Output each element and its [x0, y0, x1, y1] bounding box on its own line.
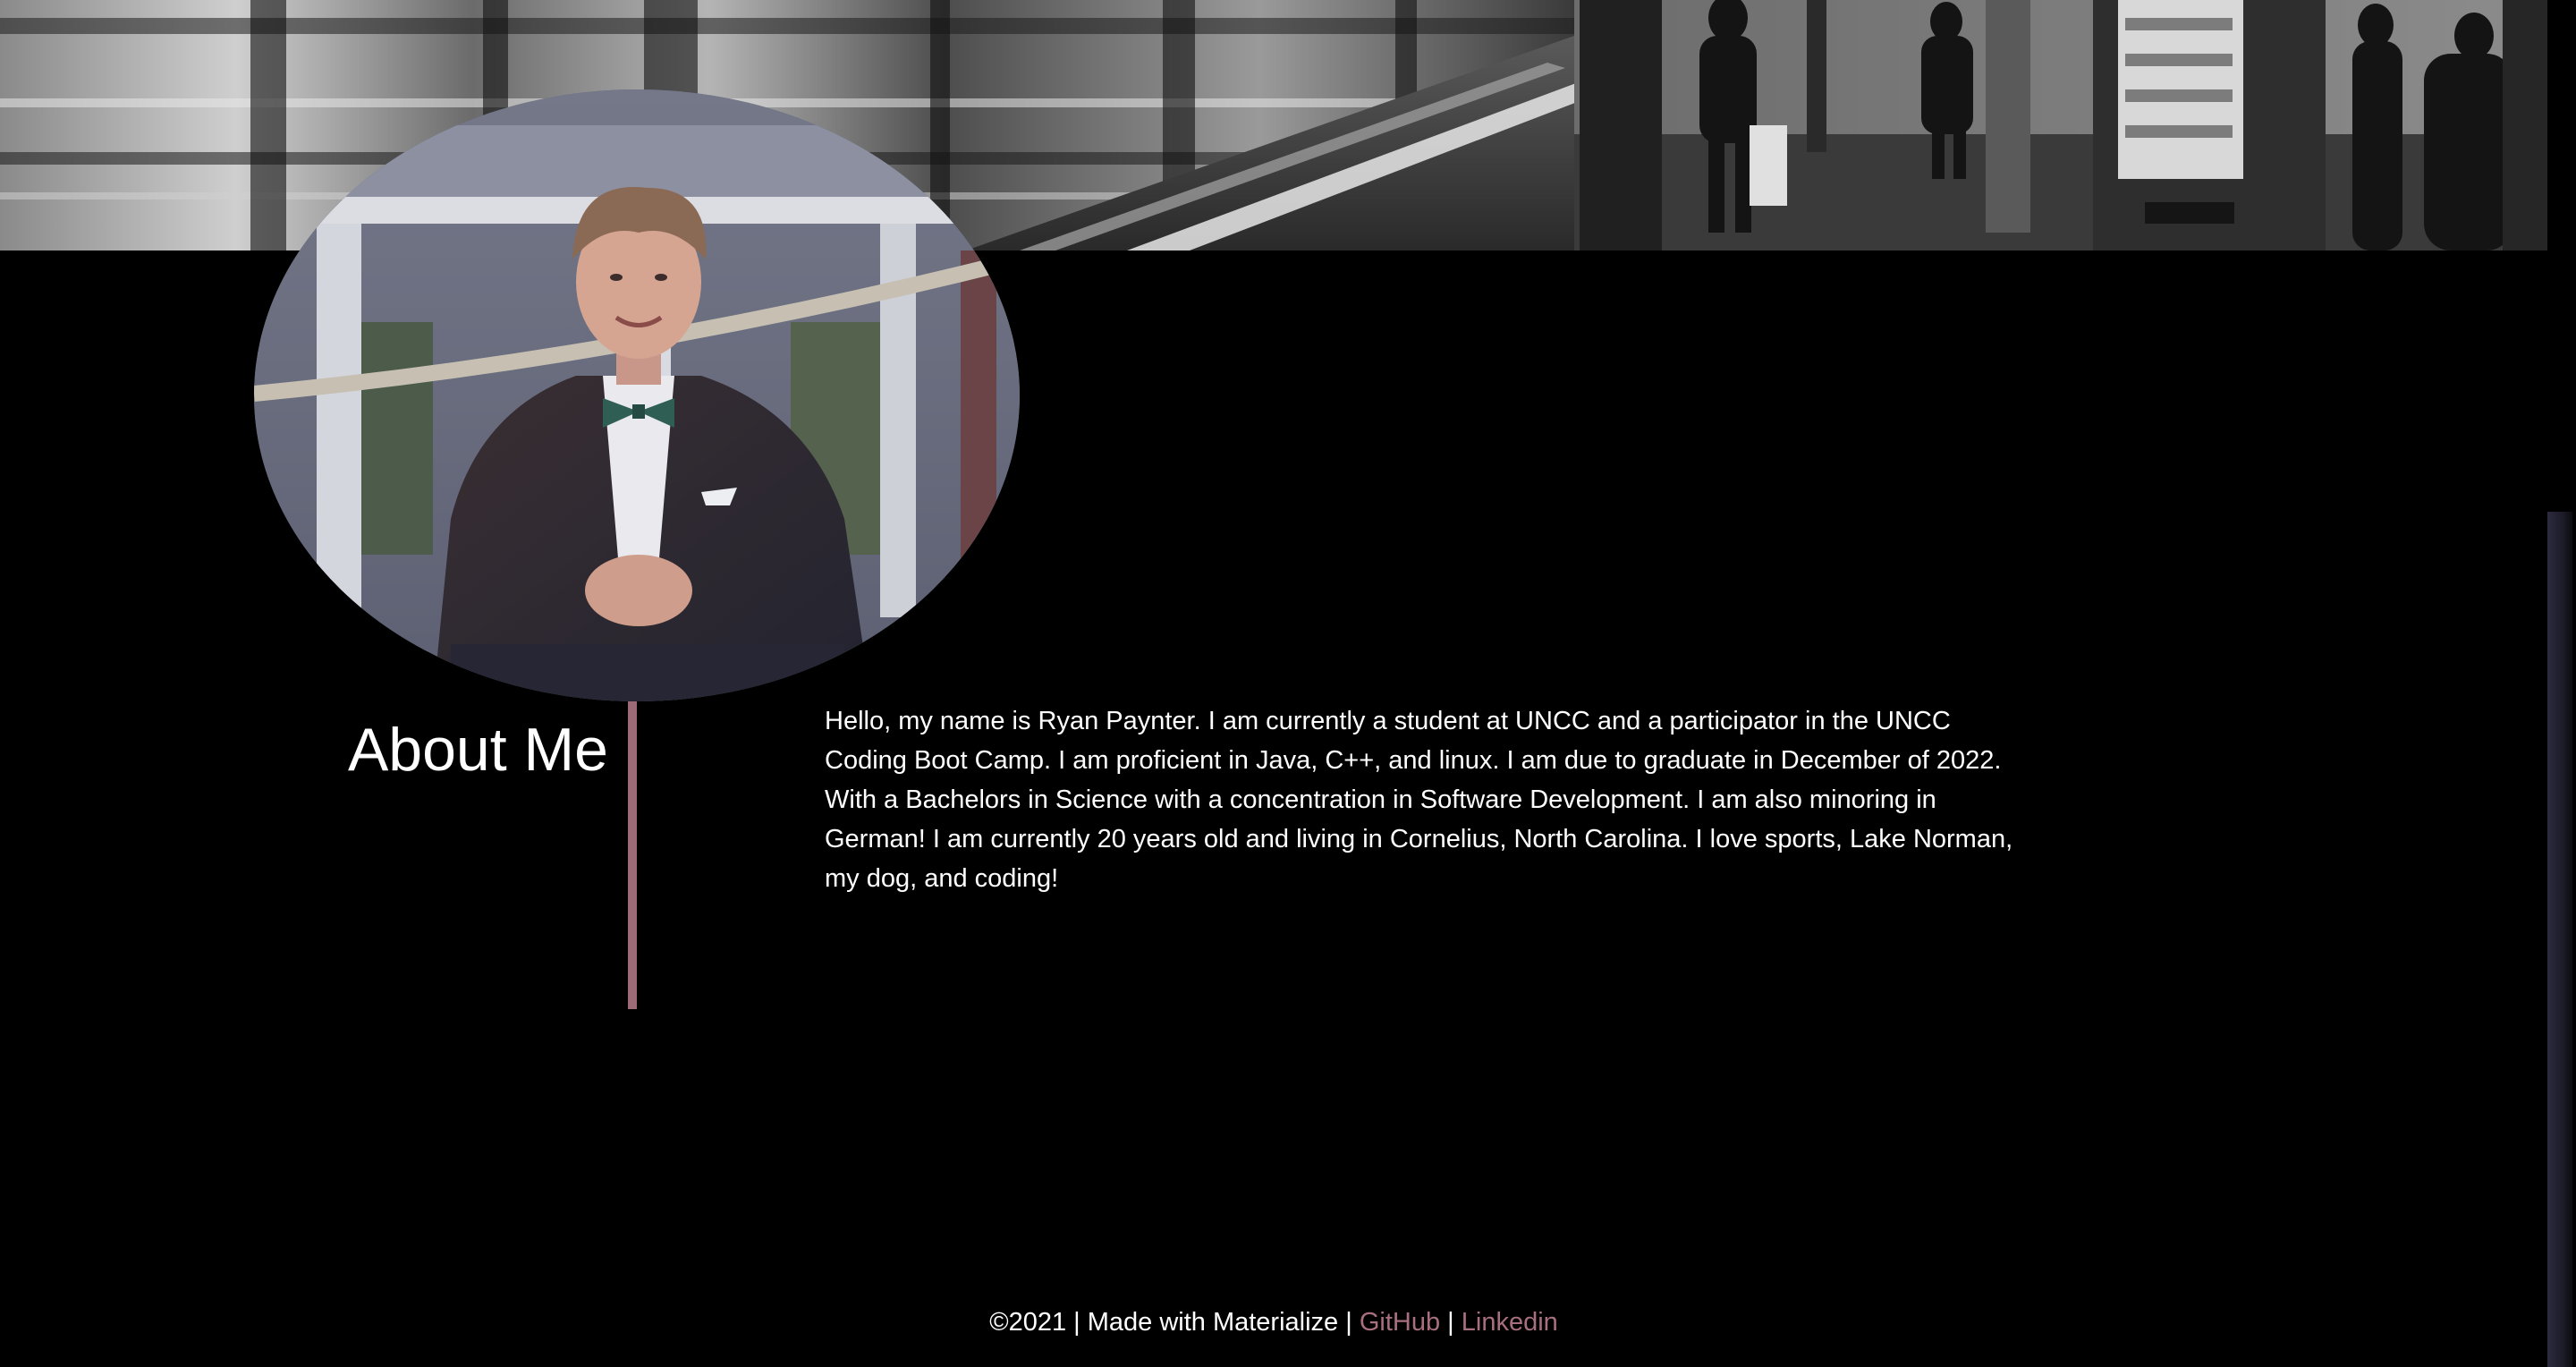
footer-copyright: ©2021 | Made with Materialize | — [989, 1308, 1352, 1337]
page: About Me Hello, my name is Ryan Paynter.… — [0, 0, 2576, 1367]
linkedin-link[interactable]: Linkedin — [1462, 1308, 1558, 1337]
profile-photo — [254, 89, 1020, 701]
about-me-description: Hello, my name is Ryan Paynter. I am cur… — [825, 707, 2013, 893]
footer-separator: | — [1447, 1308, 1454, 1337]
scrollbar[interactable] — [2547, 512, 2572, 1367]
github-link[interactable]: GitHub — [1360, 1308, 1440, 1337]
section-divider — [628, 701, 637, 1009]
footer: ©2021 | Made with Materialize | GitHub |… — [0, 1303, 2547, 1342]
about-me-heading: About Me — [347, 716, 608, 784]
